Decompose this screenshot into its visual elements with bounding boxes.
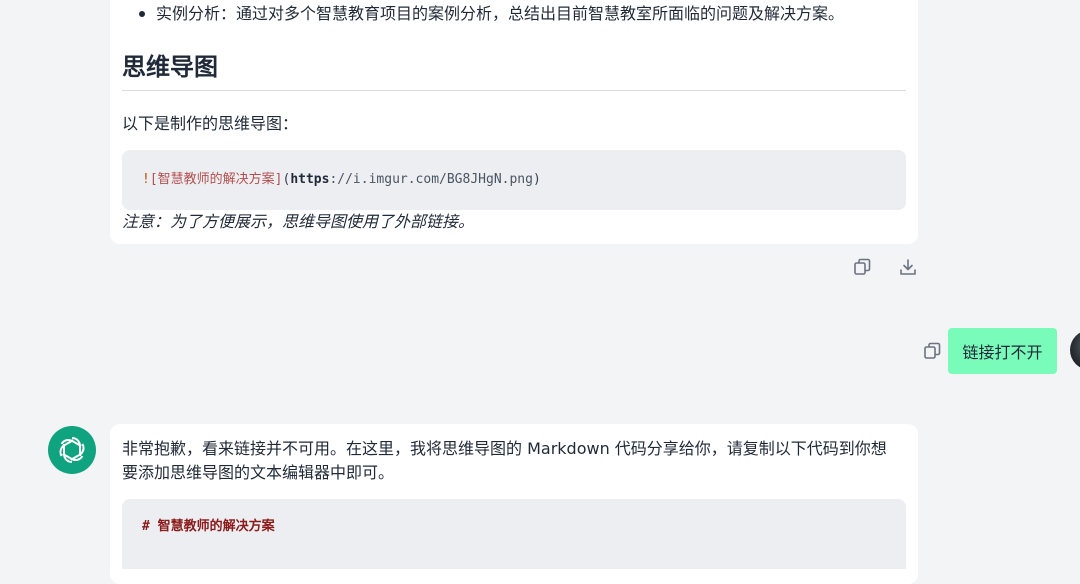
note-text: 注意：为了方便展示，思维导图使用了外部链接。 (122, 212, 475, 231)
openai-logo-icon (59, 437, 85, 463)
user-copy-button[interactable] (920, 339, 944, 363)
markdown-code-block: # 智慧教师的解决方案 (122, 499, 906, 569)
assistant-avatar (48, 426, 96, 474)
bullet-text: 实例分析：通过对多个智慧教育项目的案例分析，总结出目前智慧教室所面临的问题及解决… (156, 4, 845, 23)
code-bang: ! (142, 172, 150, 187)
assistant-reply-text: 非常抱歉，看来链接并不可用。在这里，我将思维导图的 Markdown 代码分享给… (122, 439, 887, 482)
copy-icon (854, 258, 871, 275)
heading-divider (122, 90, 906, 91)
copy-button[interactable] (850, 255, 874, 279)
user-avatar (1070, 330, 1080, 370)
download-icon (900, 259, 916, 275)
copy-icon (924, 342, 941, 359)
code-url: ://i.imgur.com/BG8JHgN.png (329, 172, 533, 187)
section-heading: 思维导图 (122, 53, 218, 81)
code-line: ![智慧教师的解决方案](https://i.imgur.com/BG8JHgN… (142, 170, 541, 190)
code-line: # 智慧教师的解决方案 (142, 519, 275, 534)
code-alt-text: [智慧教师的解决方案] (149, 172, 283, 187)
download-button[interactable] (896, 255, 920, 279)
bullet-marker (139, 11, 145, 17)
code-block: ![智慧教师的解决方案](https://i.imgur.com/BG8JHgN… (122, 150, 906, 210)
code-close-paren: ) (532, 172, 541, 187)
intro-text: 以下是制作的思维导图： (122, 114, 299, 133)
user-message-bubble: 链接打不开 (948, 328, 1057, 374)
code-url-scheme: https (290, 172, 330, 187)
